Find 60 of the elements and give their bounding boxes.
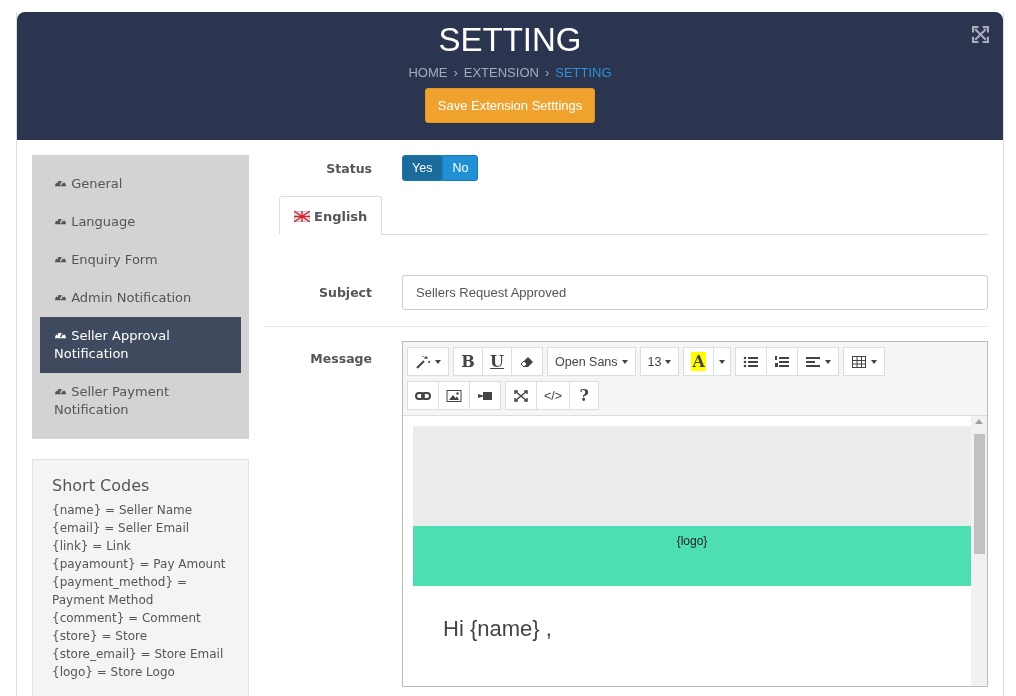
toolbar-button[interactable]: 13 (639, 347, 680, 376)
page-title: SETTING (438, 21, 582, 59)
field-label: Message (309, 351, 372, 366)
bullet-list-icon (742, 354, 759, 369)
greeting-text: Hi {name} , (443, 616, 553, 642)
align-button[interactable] (796, 347, 839, 376)
toolbar-button[interactable]: </> (536, 381, 571, 410)
text-color-button[interactable]: A (683, 347, 714, 376)
fullscreen-icon[interactable] (972, 26, 989, 43)
sidebar-item[interactable]: Admin Notification (40, 279, 241, 317)
breadcrumb-separator: › (544, 65, 550, 80)
sidebar-item[interactable]: Enquiry Form (40, 241, 241, 279)
table-icon (850, 354, 867, 369)
toggle-option[interactable]: No (442, 155, 479, 181)
short-code-text: {store_email} = Store Email (52, 646, 225, 663)
toolbar-button[interactable]: Open Sans (547, 347, 636, 376)
image-button[interactable] (438, 381, 470, 410)
field-label: Status (325, 160, 372, 176)
short-code-text: {name} = Seller Name (52, 502, 194, 519)
ol-button[interactable] (765, 347, 798, 376)
short-code-text: {payment_method} = Payment Method (52, 574, 188, 609)
short-code-text: {email} = Seller Email (52, 520, 191, 537)
sidebar-item[interactable]: Language (40, 203, 241, 241)
sidebar-item[interactable]: Seller Approval Notification (40, 317, 241, 373)
toggle-option[interactable]: Yes (402, 155, 443, 181)
breadcrumb-link[interactable]: HOME (408, 65, 448, 80)
numbered-list-icon (773, 354, 790, 369)
wand-button[interactable] (407, 347, 449, 376)
rich-text-editor[interactable]: B U Open Sans 13 A </> ? {logo} Hi {name} , (402, 341, 988, 687)
short-code-text: {comment} = Comment (52, 610, 202, 627)
expand-icon (513, 388, 529, 403)
eraser-button[interactable] (511, 347, 543, 376)
language-tab[interactable]: English (279, 196, 383, 235)
breadcrumb-separator: › (453, 65, 458, 80)
ul-button[interactable] (734, 347, 767, 376)
table-button[interactable] (842, 347, 885, 376)
magic-wand-icon (415, 354, 431, 369)
breadcrumb-link[interactable]: EXTENSION (463, 65, 539, 80)
image-icon (446, 388, 462, 403)
link-button[interactable] (407, 381, 439, 410)
short-code-text: {payamount} = Pay Amount (52, 556, 227, 573)
align-left-icon (804, 354, 821, 369)
short-code-text: {store} = Store (52, 628, 149, 645)
scrollbar[interactable] (971, 416, 987, 686)
flag-icon (294, 211, 310, 222)
underline-button[interactable]: U (482, 347, 512, 376)
panel-title: Short Codes (52, 476, 151, 495)
sidebar-item[interactable]: Seller Payment Notification (40, 373, 241, 429)
eraser-icon (519, 354, 535, 369)
sidebar-item[interactable]: General (40, 165, 241, 203)
video-button[interactable] (469, 381, 501, 410)
caret-icon (718, 359, 725, 364)
logo-placeholder-text: {logo} (676, 534, 708, 550)
short-code-text: {link} = Link (52, 538, 132, 555)
short-code-text: {logo} = Store Logo (52, 664, 176, 681)
field-label: Subject (318, 285, 372, 300)
help-button[interactable]: ? (569, 381, 600, 410)
subject-field[interactable]: Sellers Request Approved (402, 275, 988, 310)
bold-button[interactable]: B (453, 347, 483, 376)
fullscreen-button[interactable] (505, 381, 537, 410)
